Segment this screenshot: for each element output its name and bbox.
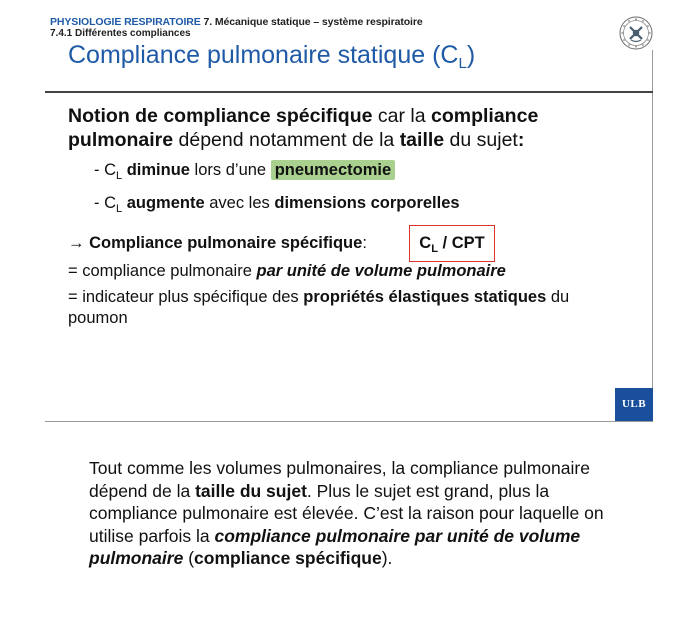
slide-border-bottom [45,421,653,422]
specific-compliance-line: → Compliance pulmonaire spécifique: [68,234,367,252]
subsection-label: 7.4.1 Différentes compliances [50,28,191,39]
ulb-logo: ULB [615,388,653,421]
bullet-list: - CL diminue lors d’une pneumectomie - C… [94,157,460,223]
slide-title: Compliance pulmonaire statique (CL) [68,41,476,72]
arrow-icon: → [68,234,85,252]
highlighted-term: pneumectomie [270,160,396,180]
chapter-label: 7. Mécanique statique – système respirat… [203,16,423,28]
intro-paragraph: Notion de compliance spécifique car la c… [68,105,539,151]
list-item: - CL diminue lors d’une pneumectomie [94,157,460,190]
formula-box: CL / CPT [409,225,495,262]
title-divider [45,91,653,93]
university-seal-icon [619,16,653,50]
speaker-notes: Tout comme les volumes pulmonaires, la c… [89,458,604,568]
definition-line-1: = compliance pulmonaire par unité de vol… [68,262,506,280]
section-label: PHYSIOLOGIE RESPIRATOIRE [50,16,201,28]
definition-line-2: = indicateur plus spécifique des proprié… [68,288,570,327]
slide-border-right [652,50,653,422]
slide-header: PHYSIOLOGIE RESPIRATOIRE 7. Mécanique st… [50,16,423,28]
list-item: - CL augmente avec les dimensions corpor… [94,194,460,215]
